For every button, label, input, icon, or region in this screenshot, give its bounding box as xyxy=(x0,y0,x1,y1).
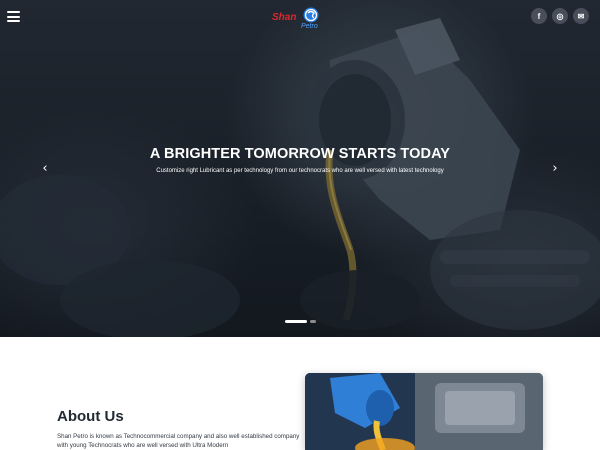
logo-text-petro: Petro xyxy=(301,23,318,30)
hero-title: A BRIGHTER TOMORROW STARTS TODAY xyxy=(149,146,451,162)
about-heading: About Us xyxy=(57,408,124,425)
hero-subtitle: Customize right Lubricant as per technol… xyxy=(156,168,444,174)
oil-pour-image xyxy=(305,373,543,450)
facebook-icon[interactable]: f xyxy=(531,8,547,24)
mail-icon[interactable]: ✉ xyxy=(573,8,589,24)
about-text: Shan Petro is known as Technocommercial … xyxy=(57,433,300,449)
chevron-left-icon[interactable]: ‹ xyxy=(38,161,52,177)
instagram-icon[interactable]: ◎ xyxy=(552,8,568,24)
slide-indicator[interactable] xyxy=(310,320,316,323)
hero-slider: Shan Petro f ◎ ✉ A BRIGHTER TOMORROW STA… xyxy=(0,0,600,337)
logo-text-shan: Shan xyxy=(272,12,297,23)
brand-logo[interactable]: Shan Petro xyxy=(268,4,332,32)
hamburger-icon[interactable] xyxy=(7,11,20,22)
chevron-right-icon[interactable]: › xyxy=(548,161,562,177)
about-image xyxy=(305,373,543,450)
slide-indicator-active[interactable] xyxy=(285,320,307,323)
